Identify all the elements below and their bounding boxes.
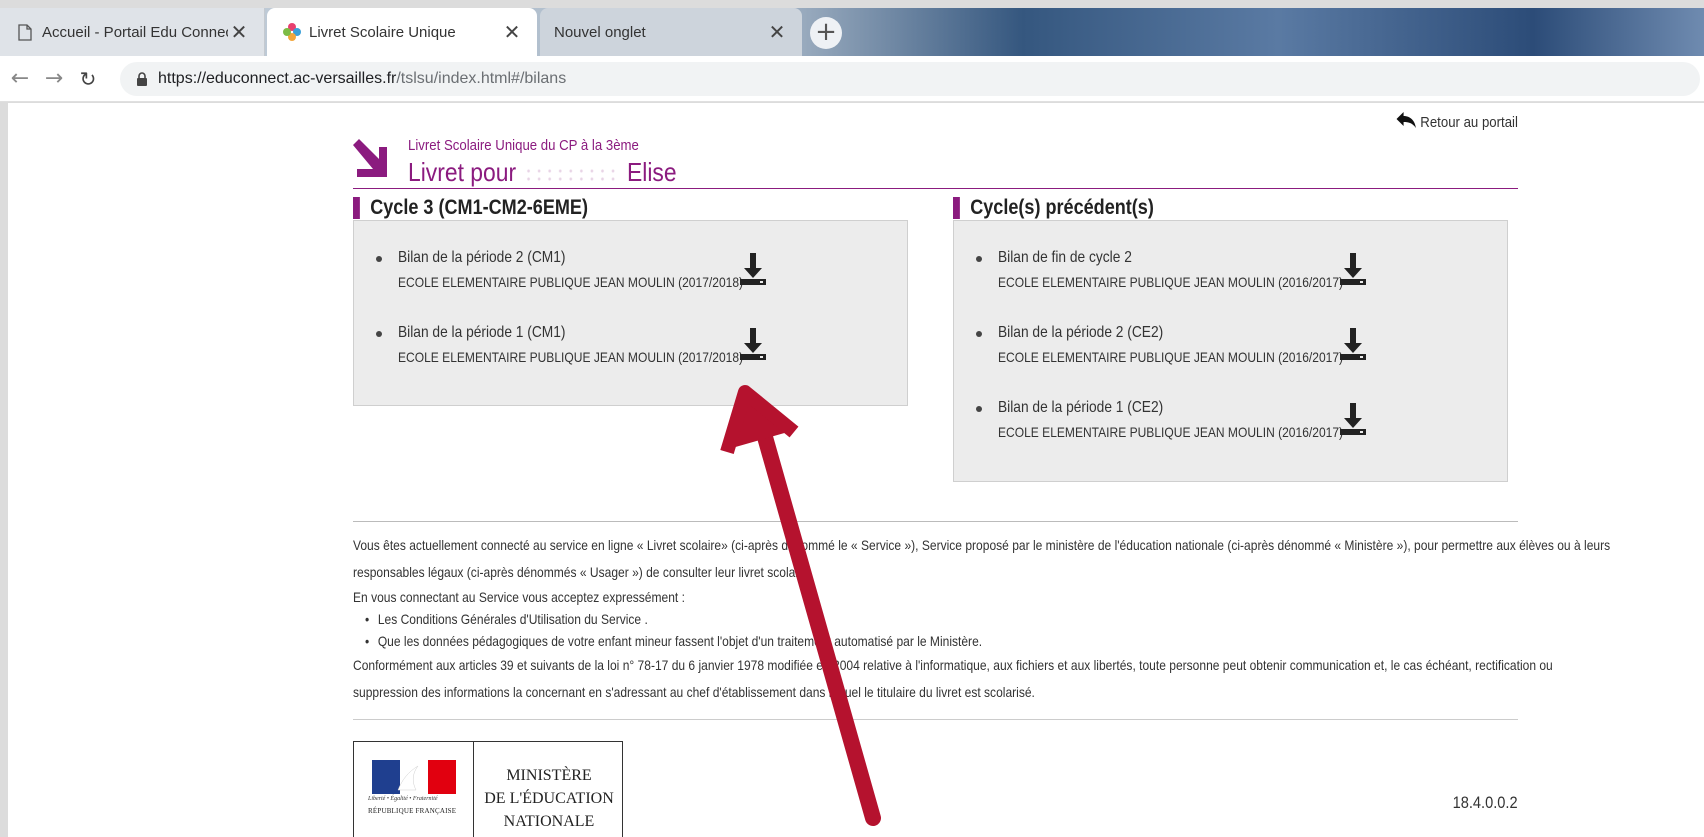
browser-tab-bar: Accueil - Portail Edu Connect ✕ Livret S… [0, 8, 1704, 56]
page-icon [14, 23, 36, 41]
page-subtitle: Livret Scolaire Unique du CP à la 3ème [408, 137, 639, 154]
forward-arrow-icon[interactable]: → [40, 66, 68, 91]
bilan-school: ECOLE ELEMENTAIRE PUBLIQUE JEAN MOULIN (… [998, 349, 1344, 365]
ministere-logo: Liberté • Égalité • Fraternité RÉPUBLIQU… [353, 741, 623, 837]
bilan-school: ECOLE ELEMENTAIRE PUBLIQUE JEAN MOULIN (… [398, 349, 744, 365]
version-number: 18.4.0.0.2 [1452, 793, 1518, 812]
tab-title: Accueil - Portail Edu Connect [42, 23, 228, 41]
current-cycle-heading: Cycle 3 (CM1-CM2-6EME) [353, 197, 588, 219]
tab-title: Livret Scolaire Unique [309, 23, 456, 41]
redacted-name [523, 167, 620, 182]
diagonal-arrow-logo-icon [353, 137, 391, 186]
legal-bullet: Que les données pédagogiques de votre en… [365, 630, 1357, 652]
close-icon[interactable]: ✕ [501, 20, 523, 45]
republique-francaise-logo: Liberté • Égalité • Fraternité RÉPUBLIQU… [354, 742, 474, 837]
page-title: Livret pour Elise [408, 157, 677, 188]
close-icon[interactable]: ✕ [766, 20, 788, 45]
cgu-link[interactable]: Les Conditions Générales d'Utilisation d… [365, 608, 1357, 630]
bilan-title: Bilan de la période 2 (CE2) [998, 324, 1164, 341]
download-icon[interactable] [1338, 401, 1368, 437]
bilan-school: ECOLE ELEMENTAIRE PUBLIQUE JEAN MOULIN (… [998, 274, 1344, 290]
legal-notice: Vous êtes actuellement connecté au servi… [353, 521, 1611, 706]
bilan-title: Bilan de la période 1 (CM1) [398, 324, 566, 341]
page-header: Livret Scolaire Unique du CP à la 3ème L… [353, 127, 1518, 189]
footer-divider [353, 719, 1518, 720]
bilan-school: ECOLE ELEMENTAIRE PUBLIQUE JEAN MOULIN (… [998, 424, 1344, 440]
tab-title: Nouvel onglet [554, 23, 646, 41]
tab-accueil[interactable]: Accueil - Portail Edu Connect ✕ [0, 8, 265, 56]
url-host: https://educonnect.ac-versailles.fr [158, 69, 397, 87]
back-arrow-icon[interactable]: ← [6, 66, 34, 91]
bilan-title: Bilan de fin de cycle 2 [998, 249, 1132, 266]
download-icon[interactable] [738, 326, 768, 362]
download-icon[interactable] [1338, 326, 1368, 362]
republic-motto: Liberté • Égalité • Fraternité [368, 796, 438, 802]
bilan-title: Bilan de la période 1 (CE2) [998, 399, 1164, 416]
reload-icon[interactable]: ↻ [74, 67, 102, 91]
download-icon[interactable] [738, 251, 768, 287]
previous-cycles-panel: Bilan de fin de cycle 2 ECOLE ELEMENTAIR… [953, 220, 1508, 482]
tab-livret-scolaire[interactable]: Livret Scolaire Unique ✕ [267, 8, 537, 56]
legal-line: suppression des informations la concerna… [353, 684, 1035, 700]
legal-list: Les Conditions Générales d'Utilisation d… [353, 608, 1518, 652]
legal-line: En vous connectant au Service vous accep… [353, 589, 685, 605]
url-path: /tslsu/index.html#/bilans [396, 69, 567, 87]
current-cycle-panel: Bilan de la période 2 (CM1) ECOLE ELEMEN… [353, 220, 908, 406]
legal-line: responsables légaux (ci-après dénommés «… [353, 564, 813, 580]
page-content: Retour au portail Livret Scolaire Unique… [8, 103, 1704, 837]
legal-line: Vous êtes actuellement connecté au servi… [353, 537, 1611, 553]
republic-name: RÉPUBLIQUE FRANÇAISE [368, 807, 457, 815]
close-icon[interactable]: ✕ [228, 20, 250, 45]
lock-icon [136, 71, 148, 86]
new-tab-button[interactable]: + [810, 17, 842, 49]
ministere-name: MINISTÈRE DE L'ÉDUCATION NATIONALE [484, 767, 614, 830]
tab-nouvel-onglet[interactable]: Nouvel onglet ✕ [540, 8, 802, 56]
colorful-petals-icon [281, 22, 303, 42]
student-name: Elise [626, 157, 677, 187]
legal-line: Conformément aux articles 39 et suivants… [353, 657, 1553, 673]
bilan-title: Bilan de la période 2 (CM1) [398, 249, 566, 266]
bilan-school: ECOLE ELEMENTAIRE PUBLIQUE JEAN MOULIN (… [398, 274, 744, 290]
title-prefix: Livret pour [408, 157, 517, 187]
url-input[interactable]: https://educonnect.ac-versailles.fr/tsls… [120, 61, 1700, 96]
previous-cycles-heading: Cycle(s) précédent(s) [953, 197, 1154, 219]
address-bar: ← → ↻ https://educonnect.ac-versailles.f… [0, 56, 1704, 102]
download-icon[interactable] [1338, 251, 1368, 287]
